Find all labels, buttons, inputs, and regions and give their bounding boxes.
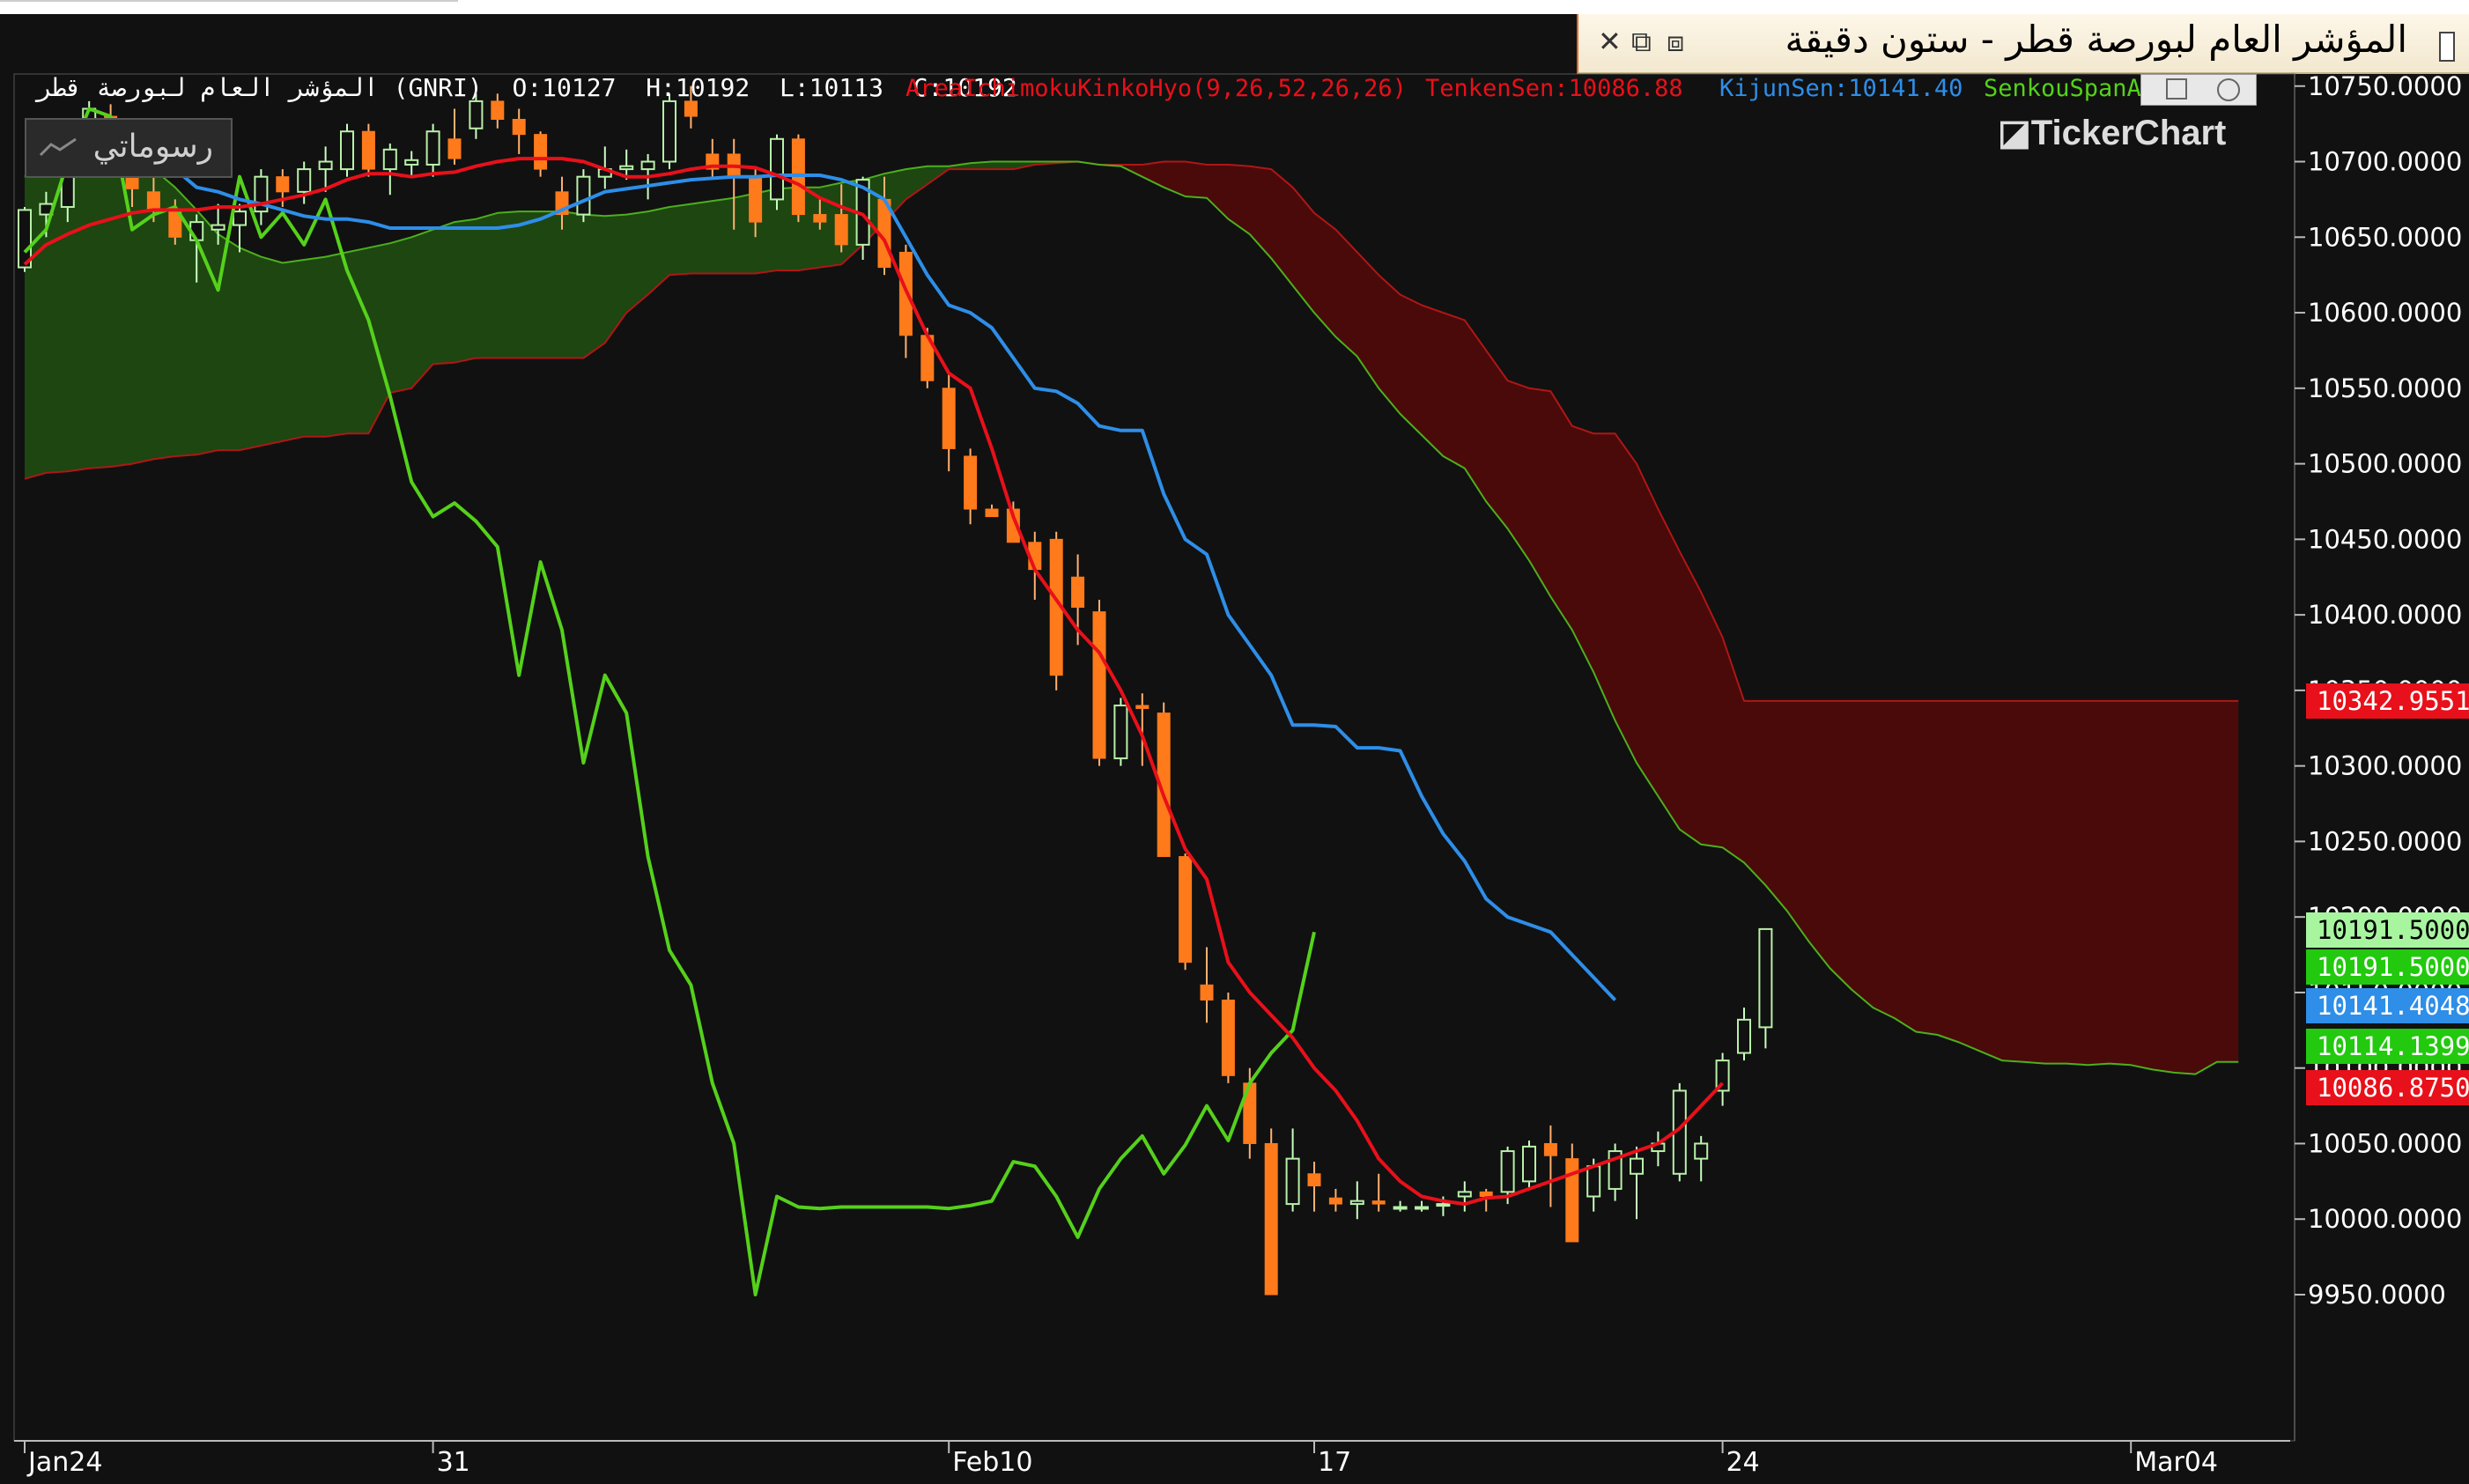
y-tick-label: 10000.0000 [2308,1204,2462,1234]
candle-body-down [1135,705,1149,709]
y-tick-label: 10500.0000 [2308,449,2462,479]
watermark-text: TickerChart [2030,114,2227,152]
y-tick-label: 10600.0000 [2308,298,2462,328]
price-tag: 10114.1399 [2306,1029,2469,1065]
candle-body-down [1371,1200,1386,1205]
candle-body-down [512,118,526,136]
y-tick-label: 10450.0000 [2308,524,2462,554]
candle-body-up [770,137,784,201]
candle-body-up [1522,1145,1536,1183]
candle-body-up [425,130,440,166]
y-tick-label: 10750.0000 [2308,71,2462,101]
price-tag: 10191.5000 [2306,949,2469,985]
open-value: O:10127 [512,73,617,102]
candle-body-up [619,165,634,171]
tenkan-label: TenkenSen:10086.88 [1425,75,1683,102]
ichimoku-cloud-segment [1120,161,2239,1074]
candle-body-down [1307,1173,1321,1186]
kijun-label: KijunSen:10141.40 [1719,75,1963,102]
chart-canvas[interactable]: 10750.0000 10700.0000 10650.0000 10600.0000… [0,0,2469,1484]
candle-body-down [1092,611,1106,759]
candle-body-down [942,388,956,449]
candle-body-down [1479,1191,1493,1198]
candle-body-down [534,134,548,170]
candle-body-up [640,160,655,171]
tickerchart-watermark: ◪TickerChart [1998,113,2226,153]
candle-body-up [576,175,591,216]
candle-body-up [662,100,676,163]
candle-body-up [382,148,397,171]
candle-body-up [1393,1206,1408,1210]
candle-body-up [1415,1206,1429,1210]
candle-body-up [1758,927,1773,1029]
price-tag: 10141.4048 [2306,987,2469,1023]
y-tick-label: 10400.0000 [2308,600,2462,630]
candle-body-up [340,130,354,171]
candle-body-up [1457,1191,1472,1198]
low-value: L:10113 [779,73,883,102]
high-value: H:10192 [646,73,750,102]
price-tag: 10086.8750 [2306,1070,2469,1106]
candle-body-down [684,100,698,117]
candle-body-down [491,100,505,120]
watermark-logo-icon: ◪ [1998,114,2031,152]
y-tick-label: 10300.0000 [2308,751,2462,781]
candle-body-up [404,159,419,166]
candle-body-down [146,191,160,210]
x-tick-label: 24 [1726,1447,1760,1478]
candle-body-up [1586,1165,1601,1198]
y-tick-label: 10650.0000 [2308,222,2462,252]
y-tick-label: 10250.0000 [2308,826,2462,856]
y-tick-label: 10550.0000 [2308,373,2462,403]
symbol-label: المؤشر العام لبورصة قطر (GNRI) [37,73,483,102]
candle-body-down [1543,1142,1557,1156]
x-tick-label: 31 [437,1447,470,1478]
candle-body-down [1200,984,1214,1001]
x-tick-label: Feb10 [952,1447,1032,1478]
maximize-panel-icon[interactable] [2166,78,2187,100]
y-tick-label: 9950.0000 [2308,1280,2446,1310]
candle-body-up [1285,1157,1300,1206]
candle-body-down [1179,856,1193,963]
candle-body-up [1436,1203,1451,1207]
drawings-button[interactable]: رسوماتي [25,118,233,178]
candle-body-down [1071,576,1085,609]
candle-body-down [813,214,827,223]
trendline-icon [39,137,77,157]
candle-body-down [447,138,462,159]
candle-body-up [1737,1018,1751,1054]
candle-body-up [1630,1157,1644,1175]
candle-body-up [297,168,312,193]
ichimoku-area-label: AreaIchimokuKinkoHyo(9,26,52,26,26) [906,75,1407,102]
candle-body-up [469,100,484,129]
candle-body-down [361,130,375,170]
x-tick-label: 17 [1318,1447,1351,1478]
candle-body-down [1328,1197,1342,1205]
candle-body-up [211,224,225,231]
price-tag: 10191.5000 [2306,912,2469,948]
candle-body-down [985,508,999,518]
candle-body-up [233,210,247,226]
y-tick-label: 10700.0000 [2308,147,2462,177]
senkou-label: SenkouSpanA [1984,75,2141,102]
candle-body-up [1349,1200,1364,1206]
price-tag: 10342.9551 [2306,683,2469,719]
candle-body-up [318,160,333,171]
candle-body-down [749,176,763,223]
settings-panel-icon[interactable] [2217,78,2240,101]
x-tick-label: Mar04 [2134,1447,2218,1478]
candle-body-down [1221,1000,1235,1076]
ohlc-header: المؤشر العام لبورصة قطر (GNRI) O:10127 H… [37,73,1017,102]
panel-controls[interactable] [2140,74,2257,106]
candle-body-up [1694,1142,1709,1160]
candle-body-up [1500,1150,1515,1193]
candle-body-down [1264,1142,1278,1296]
candle-body-down [964,455,978,510]
candle-body-down [276,176,290,193]
drawings-label: رسوماتي [92,129,213,165]
candle-body-down [834,214,848,246]
candle-body-up [1113,705,1128,760]
x-tick-label: Jan24 [26,1447,102,1478]
y-tick-label: 10050.0000 [2308,1128,2462,1158]
